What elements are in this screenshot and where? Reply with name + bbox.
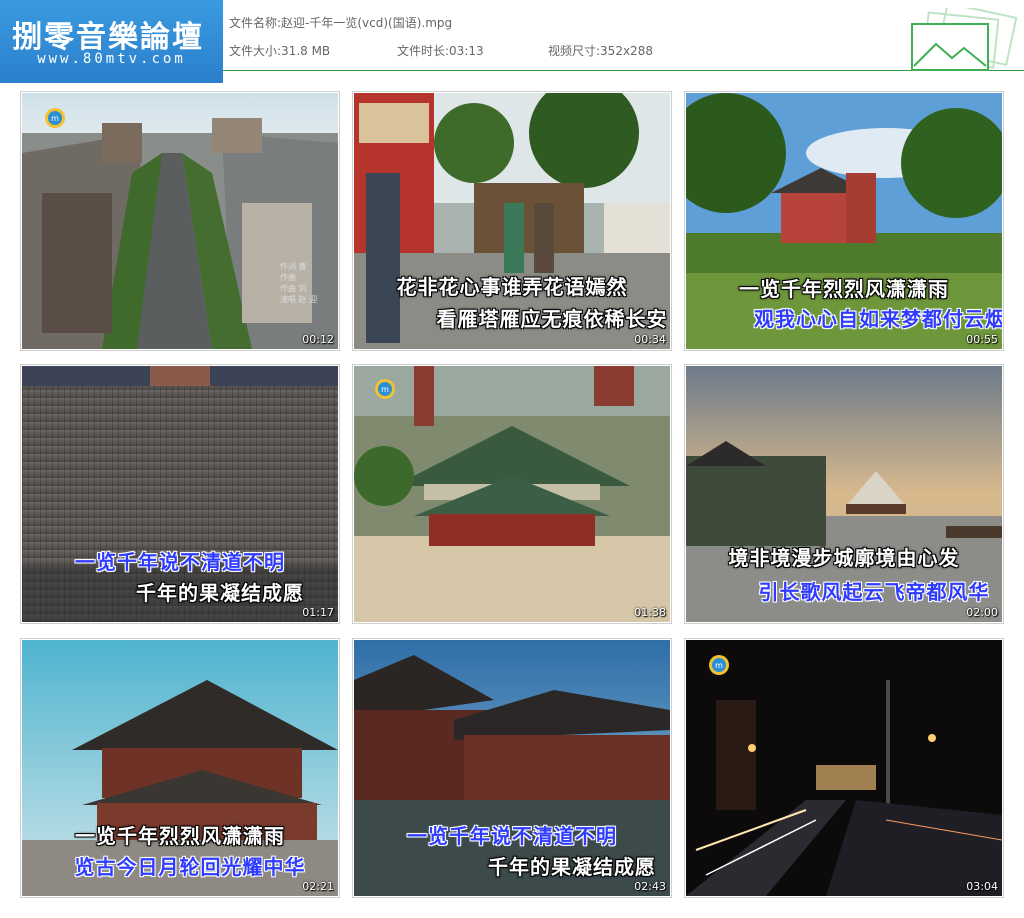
resolution-label: 视频尺寸: (548, 44, 601, 58)
thumbnail-2[interactable]: 花非花心事谁弄花语嫣然 看雁塔雁应无痕依稀长安 00:34 (352, 91, 672, 351)
logo-url: www.80mtv.com (37, 51, 186, 67)
credit-line: 作曲 (280, 273, 296, 282)
palace-hall-scene (354, 366, 670, 622)
svg-text:m: m (381, 385, 389, 394)
file-name-row: 文件名称:赵迎-千年一览(vcd)(国语).mpg (229, 14, 452, 31)
thumbnail-5[interactable]: m 01:38 (352, 364, 672, 624)
thumbnail-frame: 一览千年烈烈风潇潇雨 观我心心自如来梦都付云烟 00:55 (686, 93, 1002, 349)
file-info-header: 捌零音樂論壇 www.80mtv.com 文件名称:赵迎-千年一览(vcd)(国… (0, 0, 1024, 83)
file-size-row: 文件大小:31.8 MB (229, 42, 330, 59)
file-duration-row: 文件时长:03:13 (397, 42, 484, 59)
file-name-value: 赵迎-千年一览(vcd)(国语).mpg (281, 16, 453, 30)
logo-title: 捌零音樂論壇 (12, 20, 204, 55)
lyric-line-2: 览古今日月轮回光耀中华 (74, 855, 306, 879)
file-duration-value: 03:13 (449, 44, 484, 58)
header-divider (223, 70, 1024, 71)
lyric-line-1: 一览千年说不清道不明 (407, 824, 617, 848)
file-size-label: 文件大小: (229, 44, 282, 58)
lyric-line-1: 境非境漫步城廓境由心发 (728, 546, 960, 570)
lyric-line-1: 一览千年烈烈风潇潇雨 (739, 277, 949, 301)
thumbnail-3[interactable]: 一览千年烈烈风潇潇雨 观我心心自如来梦都付云烟 00:55 (684, 91, 1004, 351)
thumbnail-frame: 一览千年说不清道不明 千年的果凝结成愿 02:43 (354, 640, 670, 896)
picture-stack-icon (911, 8, 1018, 71)
timestamp: 02:00 (966, 606, 998, 619)
thumbnail-1[interactable]: m 作词 曹 作曲 作曲 刘 演唱 赵 迎 00:12 (20, 91, 340, 351)
thumbnail-9[interactable]: m 03:04 (684, 638, 1004, 898)
thumbnail-7[interactable]: 一览千年烈烈风潇潇雨 览古今日月轮回光耀中华 02:21 (20, 638, 340, 898)
thumbnail-frame: m 03:04 (686, 640, 1002, 896)
timestamp: 02:21 (302, 880, 334, 893)
credit-line: 演唱 赵 迎 (280, 295, 318, 304)
lyric-line-2: 引长歌风起云飞帝都风华 (758, 580, 990, 604)
svg-text:m: m (51, 114, 59, 123)
thumbnail-8[interactable]: 一览千年说不清道不明 千年的果凝结成愿 02:43 (352, 638, 672, 898)
resolution-value: 352x288 (600, 44, 653, 58)
thumbnail-frame: 花非花心事谁弄花语嫣然 看雁塔雁应无痕依稀长安 00:34 (354, 93, 670, 349)
lyric-line-1: 花非花心事谁弄花语嫣然 (396, 275, 628, 299)
lyric-line-2: 观我心心自如来梦都付云烟 (754, 307, 1002, 331)
timestamp: 01:38 (634, 606, 666, 619)
lyric-line-2: 千年的果凝结成愿 (136, 581, 304, 605)
channel-logo-icon: m (709, 655, 729, 675)
resolution-row: 视频尺寸:352x288 (548, 42, 653, 59)
timestamp: 00:34 (634, 333, 666, 346)
channel-logo-icon: m (375, 379, 395, 399)
thumbnail-6[interactable]: 境非境漫步城廓境由心发 引长歌风起云飞帝都风华 02:00 (684, 364, 1004, 624)
city-aerial-scene (22, 93, 338, 349)
song-credits: 作词 曹 作曲 作曲 刘 演唱 赵 迎 (280, 261, 338, 305)
credit-line: 作曲 刘 (280, 284, 307, 293)
night-street-scene (686, 640, 1002, 896)
timestamp: 03:04 (966, 880, 998, 893)
file-size-value: 31.8 MB (281, 44, 331, 58)
thumbnail-frame: 一览千年烈烈风潇潇雨 览古今日月轮回光耀中华 02:21 (22, 640, 338, 896)
thumbnail-4[interactable]: 一览千年说不清道不明 千年的果凝结成愿 01:17 (20, 364, 340, 624)
lyric-line-2: 看雁塔雁应无痕依稀长安 (436, 307, 668, 331)
lyric-line-1: 一览千年说不清道不明 (75, 550, 285, 574)
credit-line: 作词 曹 (280, 262, 307, 271)
timestamp: 00:55 (966, 333, 998, 346)
svg-text:m: m (715, 661, 723, 670)
thumbnail-frame: m 01:38 (354, 366, 670, 622)
file-name-label: 文件名称: (229, 16, 282, 30)
lyric-line-2: 千年的果凝结成愿 (488, 855, 656, 879)
thumbnail-frame: 一览千年说不清道不明 千年的果凝结成愿 01:17 (22, 366, 338, 622)
timestamp: 02:43 (634, 880, 666, 893)
lyric-line-1: 一览千年烈烈风潇潇雨 (75, 824, 285, 848)
thumbnail-frame: m 作词 曹 作曲 作曲 刘 演唱 赵 迎 00:12 (22, 93, 338, 349)
file-duration-label: 文件时长: (397, 44, 450, 58)
thumbnail-frame: 境非境漫步城廓境由心发 引长歌风起云飞帝都风华 02:00 (686, 366, 1002, 622)
channel-logo-icon: m (45, 108, 65, 128)
timestamp: 01:17 (302, 606, 334, 619)
site-logo: 捌零音樂論壇 www.80mtv.com (0, 0, 223, 83)
timestamp: 00:12 (302, 333, 334, 346)
